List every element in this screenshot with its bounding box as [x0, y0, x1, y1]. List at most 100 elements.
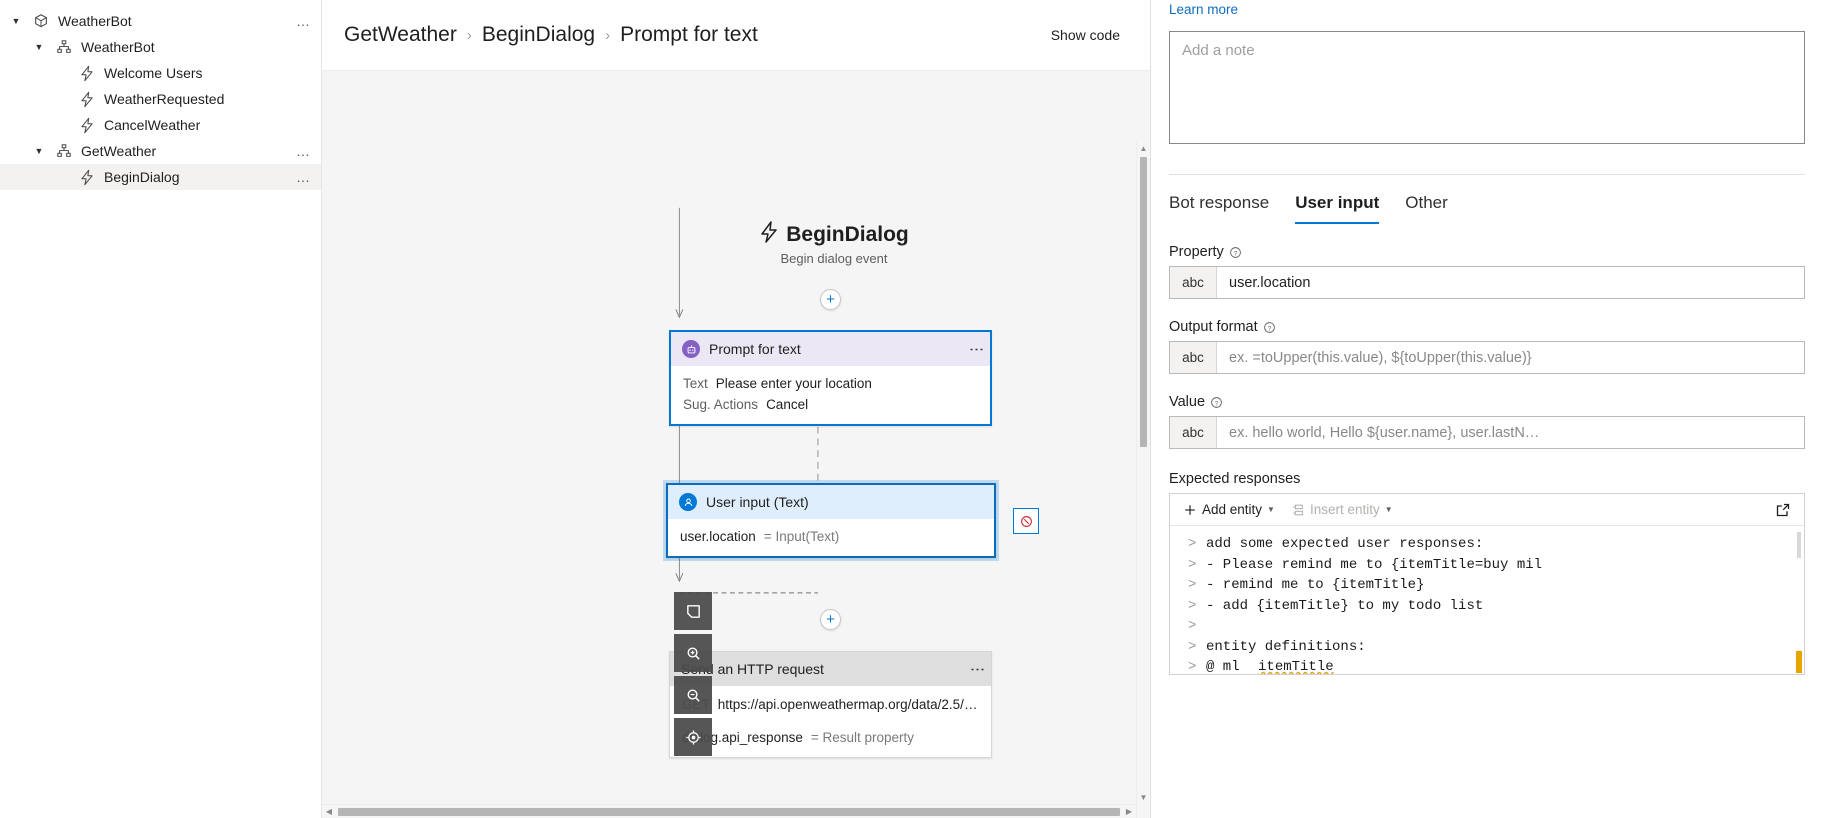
sidebar-item-cancelweather[interactable]: CancelWeather: [0, 112, 321, 138]
property-input[interactable]: [1217, 267, 1804, 298]
value-type-button[interactable]: abc: [1170, 417, 1217, 448]
chevron-down-icon[interactable]: ▼: [31, 143, 47, 159]
scroll-down-icon[interactable]: ▼: [1137, 790, 1150, 804]
code-text: @ ml: [1206, 659, 1249, 674]
scroll-up-icon[interactable]: ▲: [1137, 141, 1150, 155]
event-subtitle: Begin dialog event: [780, 251, 888, 266]
sidebar-item-more-button[interactable]: …: [296, 170, 311, 184]
scroll-left-icon[interactable]: ◀: [322, 807, 336, 816]
code-gutter-marker: >: [1188, 577, 1197, 593]
breadcrumb: GetWeather › BeginDialog › Prompt for text: [344, 23, 758, 47]
sidebar-item-welcome-users[interactable]: Welcome Users: [0, 60, 321, 86]
open-in-new-window-button[interactable]: [1770, 499, 1796, 521]
fit-to-screen-icon[interactable]: [674, 592, 712, 630]
sidebar-item-weatherbot[interactable]: ▼ WeatherBot: [0, 34, 321, 60]
row-key: Sug. Actions: [683, 397, 759, 412]
bolt-icon: [78, 90, 96, 108]
zoom-out-icon[interactable]: [674, 676, 712, 714]
label-text: Output format: [1169, 319, 1258, 335]
sidebar-item-label: CancelWeather: [104, 117, 201, 133]
editor-warning-marker: [1796, 651, 1802, 673]
property-type-button[interactable]: abc: [1170, 267, 1217, 298]
open-in-new-icon: [1776, 503, 1790, 516]
code-line: > - remind me to {itemTitle}: [1170, 575, 1804, 596]
node-title: User input (Text): [706, 494, 809, 510]
event-title-block: BeginDialog Begin dialog event: [744, 221, 924, 266]
node-prompt-for-text[interactable]: Prompt for text ⋮ Text Please enter your…: [669, 330, 992, 426]
value-input[interactable]: [1217, 417, 1804, 448]
output-format-field[interactable]: abc: [1169, 341, 1805, 374]
breadcrumb-item-1[interactable]: BeginDialog: [482, 23, 595, 47]
properties-panel: Learn more Add a note Bot response User i…: [1150, 0, 1827, 818]
sidebar-item-more-button[interactable]: …: [296, 144, 311, 158]
node-menu-button[interactable]: ⋮: [969, 662, 986, 677]
plus-icon: [1185, 504, 1195, 515]
node-title: Prompt for text: [709, 341, 801, 357]
note-field[interactable]: Add a note: [1169, 31, 1805, 144]
sidebar-item-weatherrequested[interactable]: WeatherRequested: [0, 86, 321, 112]
editor-scroll-indicator: [1797, 532, 1801, 558]
sidebar-item-begindialog[interactable]: BeginDialog…: [0, 164, 321, 190]
lu-code-editor[interactable]: > add some expected user responses: > - Ple…: [1170, 526, 1804, 674]
note-placeholder: Add a note: [1182, 42, 1255, 59]
node-menu-button[interactable]: ⋮: [968, 342, 985, 357]
code-line: >: [1170, 616, 1804, 637]
node-send-http-request[interactable]: Send an HTTP request ⋮ GET https://api.o…: [669, 651, 992, 758]
code-gutter-marker: >: [1188, 536, 1197, 552]
code-line: > - Please remind me to {itemTitle=buy mi…: [1170, 555, 1804, 576]
breadcrumb-separator: ›: [605, 26, 611, 44]
error-icon: [1020, 515, 1032, 527]
canvas-vertical-scrollbar[interactable]: ▲ ▼: [1136, 141, 1150, 818]
add-entity-button[interactable]: Add entity ▼: [1178, 499, 1280, 520]
chevron-down-icon[interactable]: ▼: [31, 39, 47, 55]
insert-entity-button[interactable]: Insert entity ▼: [1286, 499, 1398, 520]
value-field[interactable]: abc: [1169, 416, 1805, 449]
breadcrumb-item-2[interactable]: Prompt for text: [620, 23, 758, 47]
person-icon: [679, 493, 697, 511]
sidebar-item-getweather[interactable]: ▼ GetWeather…: [0, 138, 321, 164]
sidebar-item-label: WeatherRequested: [104, 91, 225, 107]
show-code-button[interactable]: Show code: [1051, 27, 1126, 43]
properties-fields: Property? abc Output format? abc Value? abc: [1169, 244, 1805, 449]
canvas-viewport: BeginDialog Begin dialog event + + Promp…: [322, 70, 1150, 818]
tab-bot-response[interactable]: Bot response: [1169, 193, 1269, 224]
code-line: > @ ml itemTitle: [1170, 657, 1804, 674]
tab-user-input[interactable]: User input: [1295, 193, 1380, 224]
add-node-button-1[interactable]: +: [820, 289, 841, 310]
code-gutter-marker: >: [1188, 659, 1197, 674]
sidebar-item-label: WeatherBot: [58, 13, 132, 29]
svg-text:?: ?: [1267, 325, 1271, 332]
help-icon[interactable]: ?: [1210, 396, 1223, 409]
chevron-down-icon[interactable]: ▼: [8, 13, 24, 29]
canvas-horizontal-scrollbar[interactable]: ◀ ▶: [322, 804, 1136, 818]
help-icon[interactable]: ?: [1229, 246, 1242, 259]
breadcrumb-item-0[interactable]: GetWeather: [344, 23, 457, 47]
property-field[interactable]: abc: [1169, 266, 1805, 299]
sitemap-icon: [55, 38, 73, 56]
sidebar-item-more-button[interactable]: …: [296, 14, 311, 28]
node-user-input[interactable]: User input (Text) user.location = Input(…: [663, 480, 999, 561]
error-indicator-button[interactable]: [1013, 508, 1039, 534]
help-icon[interactable]: ?: [1263, 321, 1276, 334]
zoom-in-icon[interactable]: [674, 634, 712, 672]
chevron-down-icon: ▼: [1384, 505, 1393, 514]
output-format-type-button[interactable]: abc: [1170, 342, 1217, 373]
row-value: Please enter your location: [715, 376, 872, 391]
scroll-right-icon[interactable]: ▶: [1122, 807, 1136, 816]
vertical-scroll-thumb[interactable]: [1140, 157, 1147, 447]
properties-tabs: Bot response User input Other: [1169, 174, 1805, 224]
horizontal-scroll-thumb[interactable]: [338, 807, 1120, 816]
tab-other[interactable]: Other: [1405, 193, 1448, 224]
output-format-input[interactable]: [1217, 342, 1804, 373]
code-line: > - add {itemTitle} to my todo list: [1170, 596, 1804, 617]
flow-canvas[interactable]: BeginDialog Begin dialog event + + Promp…: [322, 71, 1138, 804]
sidebar-item-weatherbot[interactable]: ▼ WeatherBot …: [0, 8, 321, 34]
chevron-down-icon: ▼: [1267, 505, 1275, 514]
bolt-icon: [78, 168, 96, 186]
event-title-row: BeginDialog: [744, 221, 924, 249]
expected-responses-label: Expected responses: [1169, 471, 1301, 487]
add-node-button-2[interactable]: +: [820, 609, 841, 630]
reset-zoom-icon[interactable]: [674, 718, 712, 756]
learn-more-link[interactable]: Learn more: [1169, 2, 1805, 17]
